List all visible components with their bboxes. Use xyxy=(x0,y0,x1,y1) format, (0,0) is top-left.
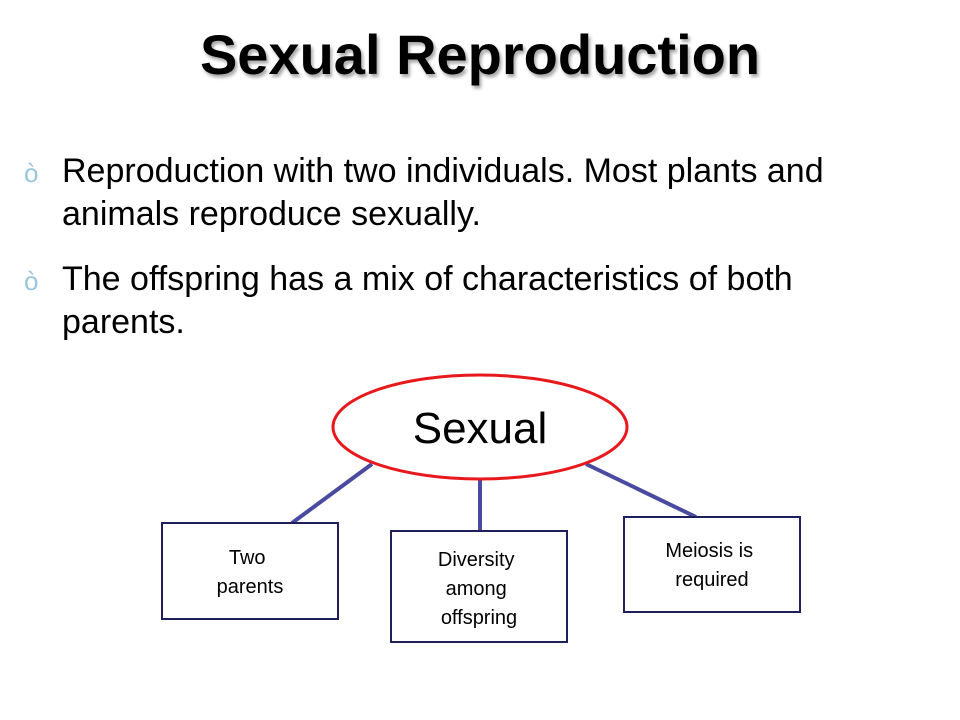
child-box-label-line: Diversity xyxy=(438,549,515,571)
child-box-label-line: offspring xyxy=(441,607,517,629)
child-box-label-line: Two xyxy=(229,547,266,569)
svg-text:Diversity among offspr: Diversity among offspring xyxy=(438,549,520,629)
connector-left xyxy=(290,462,374,525)
root-label: Sexual xyxy=(413,404,548,453)
child-box-label-line: among xyxy=(446,578,507,600)
child-box-two-parents xyxy=(161,522,339,620)
child-box-label-line: parents xyxy=(217,576,284,598)
child-box-label-line: required xyxy=(675,569,748,591)
connector-right xyxy=(585,462,697,519)
child-box-meiosis xyxy=(623,516,801,613)
concept-diagram: Sexual Two parents Diversity among offsp… xyxy=(161,373,801,643)
child-box-label-line: Meiosis is xyxy=(665,540,753,562)
